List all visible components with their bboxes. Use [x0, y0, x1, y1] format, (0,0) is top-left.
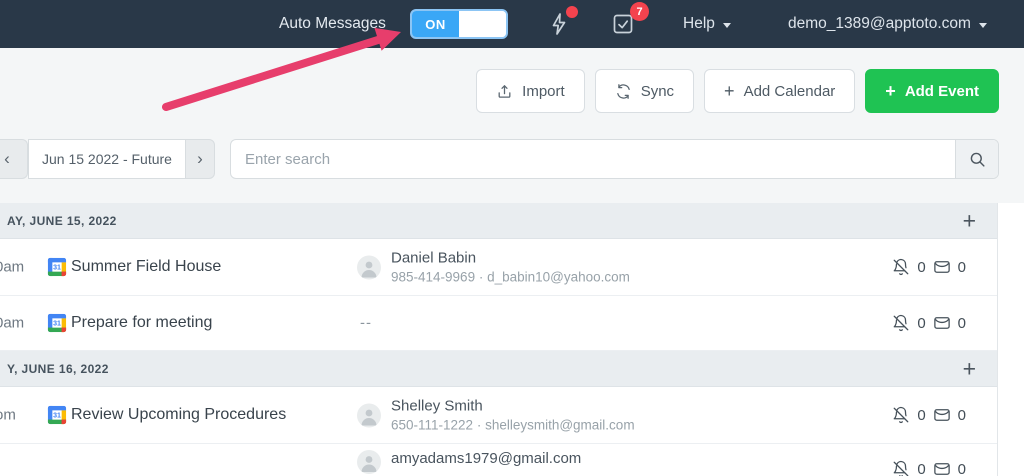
svg-text:31: 31 — [53, 320, 61, 328]
date-range-selector[interactable]: Jun 15 2022 - Future — [28, 139, 186, 179]
sync-label: Sync — [640, 82, 675, 100]
day-header: AY, JUNE 15, 2022 + — [0, 203, 997, 239]
event-row[interactable]: om 31 Review Upcoming Proc — [0, 387, 997, 444]
auto-messages-toggle[interactable]: ON — [410, 9, 508, 39]
event-title[interactable]: Prepare for meeting — [71, 314, 212, 332]
alerts-count: 0 — [917, 314, 926, 332]
search-icon — [970, 152, 985, 167]
event-title[interactable]: Summer Field House — [71, 258, 221, 276]
event-time: om — [0, 406, 16, 424]
account-menu[interactable]: demo_1389@apptoto.com — [788, 0, 987, 48]
top-navbar: Auto Messages ON 7 Help demo_1389@apptot… — [0, 0, 1024, 48]
event-time: 0am — [0, 314, 25, 332]
message-inbox-icon — [933, 317, 950, 329]
event-contact[interactable]: Daniel Babin 985-414-9969 · d_babin10@ya… — [357, 250, 630, 285]
add-event-to-day-button[interactable]: + — [963, 209, 976, 232]
plus-icon: + — [724, 81, 735, 101]
message-inbox-icon — [933, 261, 950, 273]
scroll-gutter — [998, 203, 1024, 476]
tasks-button[interactable]: 7 — [611, 2, 649, 38]
prev-range-button[interactable]: ‹ — [0, 139, 28, 179]
contact-detail: 650-111-1222 · shelleysmith@gmail.com — [391, 417, 635, 433]
help-label: Help — [683, 15, 715, 32]
messages-count: 0 — [957, 406, 966, 424]
google-calendar-icon: 31 — [47, 257, 67, 277]
chevron-down-icon — [722, 23, 731, 28]
messages-count: 0 — [957, 460, 966, 476]
add-calendar-button[interactable]: + Add Calendar — [704, 69, 856, 113]
agenda-list: AY, JUNE 15, 2022 + 0am 31 — [0, 203, 998, 476]
event-counts: 0 0 — [892, 314, 966, 332]
add-event-to-day-button[interactable]: + — [963, 357, 976, 380]
contact-name: amyadams1979@gmail.com — [391, 450, 582, 467]
add-event-button[interactable]: + Add Event — [865, 69, 999, 113]
event-contact[interactable]: Shelley Smith 650-111-1222 · shelleysmit… — [357, 398, 635, 433]
toggle-knob[interactable] — [459, 11, 506, 37]
alerts-count: 0 — [917, 406, 926, 424]
message-inbox-icon — [933, 409, 950, 421]
plus-icon: + — [885, 81, 896, 101]
event-counts: 0 0 — [892, 258, 966, 276]
search-bar — [230, 139, 999, 179]
toolbar: Import Sync + Add Calendar + Add Event — [476, 69, 999, 113]
import-button[interactable]: Import — [476, 69, 585, 113]
contact-name: Shelley Smith — [391, 397, 483, 415]
search-button[interactable] — [955, 140, 998, 178]
alerts-count: 0 — [917, 258, 926, 276]
bell-off-icon — [893, 460, 909, 476]
account-email: demo_1389@apptoto.com — [788, 15, 971, 32]
messages-count: 0 — [957, 258, 966, 276]
help-menu[interactable]: Help — [683, 0, 731, 48]
google-calendar-icon: 31 — [47, 405, 67, 425]
event-row[interactable]: 0am 31 Prepare for meeting — [0, 296, 997, 351]
no-contact-placeholder: -- — [360, 314, 372, 332]
contact-name: Daniel Babin — [391, 249, 477, 267]
day-header: Y, JUNE 16, 2022 + — [0, 351, 997, 387]
event-row[interactable]: amyadams1979@gmail.com 0 0 — [0, 444, 997, 476]
event-counts: 0 0 — [892, 406, 966, 424]
event-contact[interactable]: amyadams1979@gmail.com — [357, 450, 581, 474]
filter-row: ‹ Jun 15 2022 - Future › — [0, 139, 999, 179]
bell-off-icon — [893, 314, 909, 332]
bell-off-icon — [893, 406, 909, 424]
event-title[interactable]: Review Upcoming Procedures — [71, 406, 286, 424]
svg-text:31: 31 — [53, 264, 61, 272]
chevron-down-icon — [978, 23, 987, 28]
avatar — [357, 450, 381, 474]
avatar — [357, 255, 381, 279]
search-input[interactable] — [231, 140, 955, 178]
event-time: 0am — [0, 258, 25, 276]
upload-icon — [498, 84, 511, 98]
quick-actions-button[interactable] — [547, 6, 578, 38]
alerts-count: 0 — [917, 460, 926, 476]
event-row[interactable]: 0am 31 Summer Field House — [0, 239, 997, 296]
contact-detail: 985-414-9969 · d_babin10@yahoo.com — [391, 269, 630, 285]
day-header-label: AY, JUNE 15, 2022 — [7, 213, 117, 228]
add-event-label: Add Event — [904, 82, 979, 100]
bell-off-icon — [893, 258, 909, 276]
notification-dot — [566, 6, 578, 18]
google-calendar-icon: 31 — [47, 313, 67, 333]
apptoto-agenda-page: Auto Messages ON 7 Help demo_1389@apptot… — [0, 0, 1024, 476]
sync-icon — [616, 83, 630, 99]
day-header-label: Y, JUNE 16, 2022 — [7, 361, 109, 376]
message-inbox-icon — [933, 463, 950, 475]
avatar — [357, 403, 381, 427]
sync-button[interactable]: Sync — [594, 69, 695, 113]
import-label: Import — [522, 82, 565, 100]
toggle-on-segment[interactable]: ON — [412, 11, 459, 37]
svg-text:31: 31 — [53, 412, 61, 420]
event-counts: 0 0 — [892, 460, 966, 476]
tasks-count-badge: 7 — [630, 2, 649, 21]
messages-count: 0 — [957, 314, 966, 332]
next-range-button[interactable]: › — [185, 139, 215, 179]
add-calendar-label: Add Calendar — [743, 82, 836, 100]
auto-messages-label: Auto Messages — [279, 15, 386, 32]
